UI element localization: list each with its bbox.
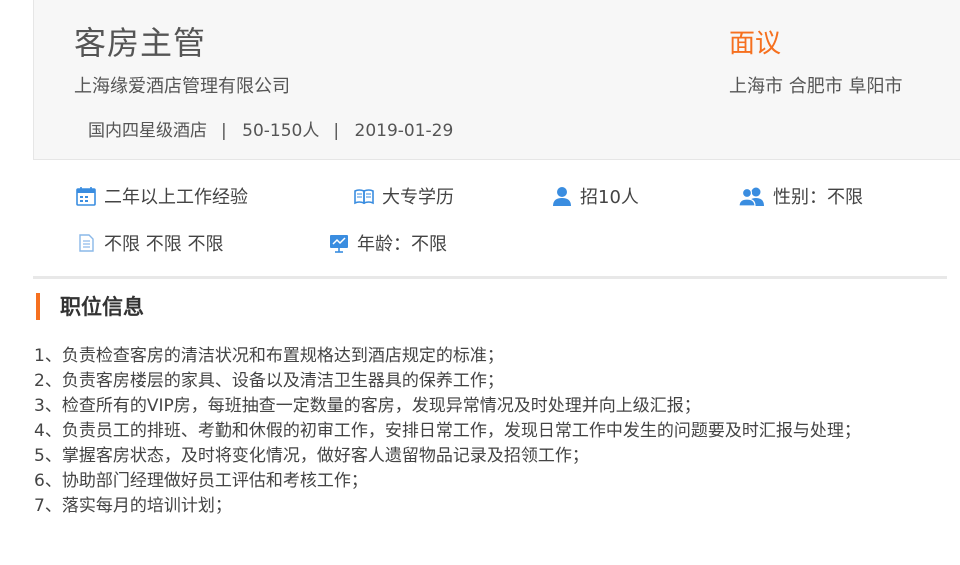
requirement-experience: 二年以上工作经验 bbox=[75, 183, 248, 209]
job-location: 上海市 合肥市 阜阳市 bbox=[729, 76, 903, 97]
section-divider bbox=[33, 276, 947, 279]
book-icon bbox=[353, 185, 375, 207]
requirement-text: 性别：不限 bbox=[773, 187, 863, 208]
requirement-other: 不限 不限 不限 bbox=[75, 230, 223, 256]
requirement-text: 大专学历 bbox=[382, 187, 454, 208]
requirement-text: 招10人 bbox=[580, 187, 639, 208]
duty-item: 7、落实每月的培训计划； bbox=[34, 496, 232, 516]
meta-separator: | bbox=[333, 121, 340, 141]
presentation-icon bbox=[328, 232, 350, 254]
duty-item: 2、负责客房楼层的家具、设备以及清洁卫生器具的保养工作； bbox=[34, 371, 504, 391]
requirement-text: 年龄：不限 bbox=[357, 234, 447, 255]
job-duties: 1、负责检查客房的清洁状况和布置规格达到酒店规定的标准； 2、负责客房楼层的家具… bbox=[34, 344, 934, 519]
document-icon bbox=[75, 232, 97, 254]
requirement-text: 二年以上工作经验 bbox=[104, 187, 248, 208]
person-icon bbox=[551, 185, 573, 207]
calendar-icon bbox=[75, 185, 97, 207]
job-title: 客房主管 bbox=[74, 24, 207, 62]
duty-item: 3、检查所有的VIP房，每班抽查一定数量的客房，发现异常情况及时处理并向上级汇报… bbox=[34, 396, 701, 416]
requirement-gender: 性别：不限 bbox=[738, 183, 863, 209]
company-meta: 国内四星级酒店 | 50-150人 | 2019-01-29 bbox=[88, 116, 453, 141]
section-title: 职位信息 bbox=[60, 295, 144, 319]
accent-bar bbox=[36, 292, 40, 320]
people-icon bbox=[738, 185, 766, 207]
duty-item: 1、负责检查客房的清洁状况和布置规格达到酒店规定的标准； bbox=[34, 346, 504, 366]
requirement-age: 年龄：不限 bbox=[328, 230, 447, 256]
salary: 面议 bbox=[729, 29, 782, 59]
duty-item: 6、协助部门经理做好员工评估和考核工作； bbox=[34, 471, 368, 491]
job-header: 客房主管 上海缘爱酒店管理有限公司 国内四星级酒店 | 50-150人 | 2019… bbox=[33, 0, 960, 160]
section-header: 职位信息 bbox=[36, 292, 144, 320]
company-name[interactable]: 上海缘爱酒店管理有限公司 bbox=[74, 72, 290, 98]
duty-item: 5、掌握客房状态，及时将变化情况，做好客人遗留物品记录及招领工作； bbox=[34, 446, 589, 466]
hotel-type: 国内四星级酒店 bbox=[88, 121, 207, 141]
post-date: 2019-01-29 bbox=[354, 121, 454, 141]
meta-separator: | bbox=[221, 121, 227, 141]
duty-item: 4、负责员工的排班、考勤和休假的初审工作，安排日常工作，发现日常工作中发生的问题… bbox=[34, 421, 861, 441]
requirement-headcount: 招10人 bbox=[551, 183, 639, 209]
company-size: 50-150人 bbox=[242, 121, 320, 141]
requirement-text: 不限 不限 不限 bbox=[104, 234, 224, 255]
requirement-education: 大专学历 bbox=[353, 183, 454, 209]
